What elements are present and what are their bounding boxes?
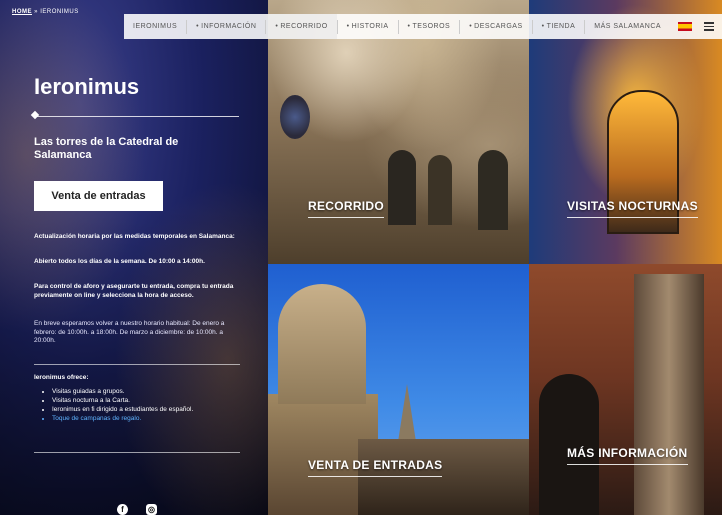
- nav-item-mas-salamanca[interactable]: MÁS SALAMANCA: [585, 14, 670, 39]
- breadcrumb-home-link[interactable]: HOME: [12, 9, 32, 15]
- bullet-icon: •: [346, 23, 350, 30]
- breadcrumb-separator: »: [34, 9, 39, 15]
- nav-item-ieronimus[interactable]: IERONIMUS: [124, 14, 186, 39]
- bullet-icon: •: [196, 23, 200, 30]
- list-item: Visitas nocturna a la Carta.: [52, 396, 242, 405]
- schedule-text: En breve esperamos volver a nuestro hora…: [34, 320, 225, 344]
- tile-visitas-nocturnas[interactable]: VISITAS NOCTURNAS: [529, 0, 722, 264]
- nav-item-historia[interactable]: • HISTORIA: [338, 14, 398, 39]
- tile-label-recorrido: RECORRIDO: [308, 199, 385, 218]
- list-item: Ieronimus en fi dirigido a estudiantes d…: [52, 405, 242, 414]
- nav-label: IERONIMUS: [133, 23, 178, 30]
- diamond-icon: [30, 110, 40, 120]
- page-subtitle: Las torres de la Catedral de Salamanca: [34, 136, 179, 161]
- notice-text: Actualización horaria por las medidas te…: [34, 233, 235, 240]
- arch-image: [428, 155, 452, 225]
- buy-tickets-button[interactable]: Venta de entradas: [34, 181, 163, 211]
- bullet-icon: •: [541, 23, 545, 30]
- bullet-icon: •: [407, 23, 411, 30]
- breadcrumb-current: IERONIMUS: [40, 9, 79, 15]
- tile-recorrido[interactable]: RECORRIDO: [268, 0, 529, 264]
- instagram-icon[interactable]: ◎: [146, 504, 157, 515]
- nav-label: TIENDA: [546, 23, 576, 30]
- tile-venta-entradas[interactable]: VENTA DE ENTRADAS: [268, 264, 529, 515]
- offers-list: Visitas guiadas a grupos. Visitas noctur…: [40, 387, 242, 423]
- column-image: [634, 274, 704, 515]
- dome-image: [278, 284, 366, 404]
- section-divider: [34, 364, 240, 365]
- rose-window-image: [280, 95, 310, 139]
- bullet-icon: •: [469, 23, 473, 30]
- nav-item-descargas[interactable]: • DESCARGAS: [460, 14, 531, 39]
- nav-item-informacion[interactable]: • INFORMACIÓN: [187, 14, 265, 39]
- nav-item-tesoros[interactable]: • TESOROS: [399, 14, 460, 39]
- breadcrumb: HOME » IERONIMUS: [12, 9, 79, 15]
- list-item: Visitas guiadas a grupos.: [52, 387, 242, 396]
- arch-image: [478, 150, 508, 230]
- section-divider: [34, 452, 240, 453]
- nav-label: TESOROS: [412, 23, 451, 30]
- title-divider: [34, 116, 239, 117]
- rooftop-image: [358, 439, 529, 515]
- nav-label: DESCARGAS: [474, 23, 523, 30]
- social-links: f ◎: [117, 504, 157, 515]
- bell-toll-link[interactable]: Toque de campanas de regalo.: [52, 414, 242, 423]
- left-info-panel: HOME » IERONIMUS Ieronimus Las torres de…: [0, 0, 268, 515]
- nav-item-tienda[interactable]: • TIENDA: [533, 14, 585, 39]
- nav-label: INFORMACIÓN: [201, 23, 257, 30]
- offers-heading: Ieronimus ofrece:: [34, 374, 89, 381]
- nav-item-recorrido[interactable]: • RECORRIDO: [266, 14, 337, 39]
- nav-label: MÁS SALAMANCA: [594, 23, 662, 30]
- tile-label-venta: VENTA DE ENTRADAS: [308, 458, 443, 477]
- tile-mas-informacion[interactable]: MÁS INFORMACIÓN: [529, 264, 722, 515]
- bullet-icon: •: [275, 23, 279, 30]
- hours-text: Abierto todos los días de la semana. De …: [34, 258, 205, 265]
- spain-flag-icon[interactable]: [678, 22, 693, 31]
- facebook-icon[interactable]: f: [117, 504, 128, 515]
- page-title: Ieronimus: [34, 74, 140, 99]
- nav-label: HISTORIA: [351, 23, 389, 30]
- photographer-image: [539, 374, 599, 515]
- arch-image: [388, 150, 416, 225]
- tile-label-visitas: VISITAS NOCTURNAS: [567, 199, 698, 218]
- nav-label: RECORRIDO: [280, 23, 328, 30]
- hamburger-menu-icon[interactable]: [698, 14, 720, 39]
- capacity-text: Para control de aforo y asegurarte tu en…: [34, 283, 234, 299]
- tile-label-mas-info: MÁS INFORMACIÓN: [567, 446, 688, 465]
- main-navigation: IERONIMUS • INFORMACIÓN • RECORRIDO • HISTO…: [124, 14, 722, 39]
